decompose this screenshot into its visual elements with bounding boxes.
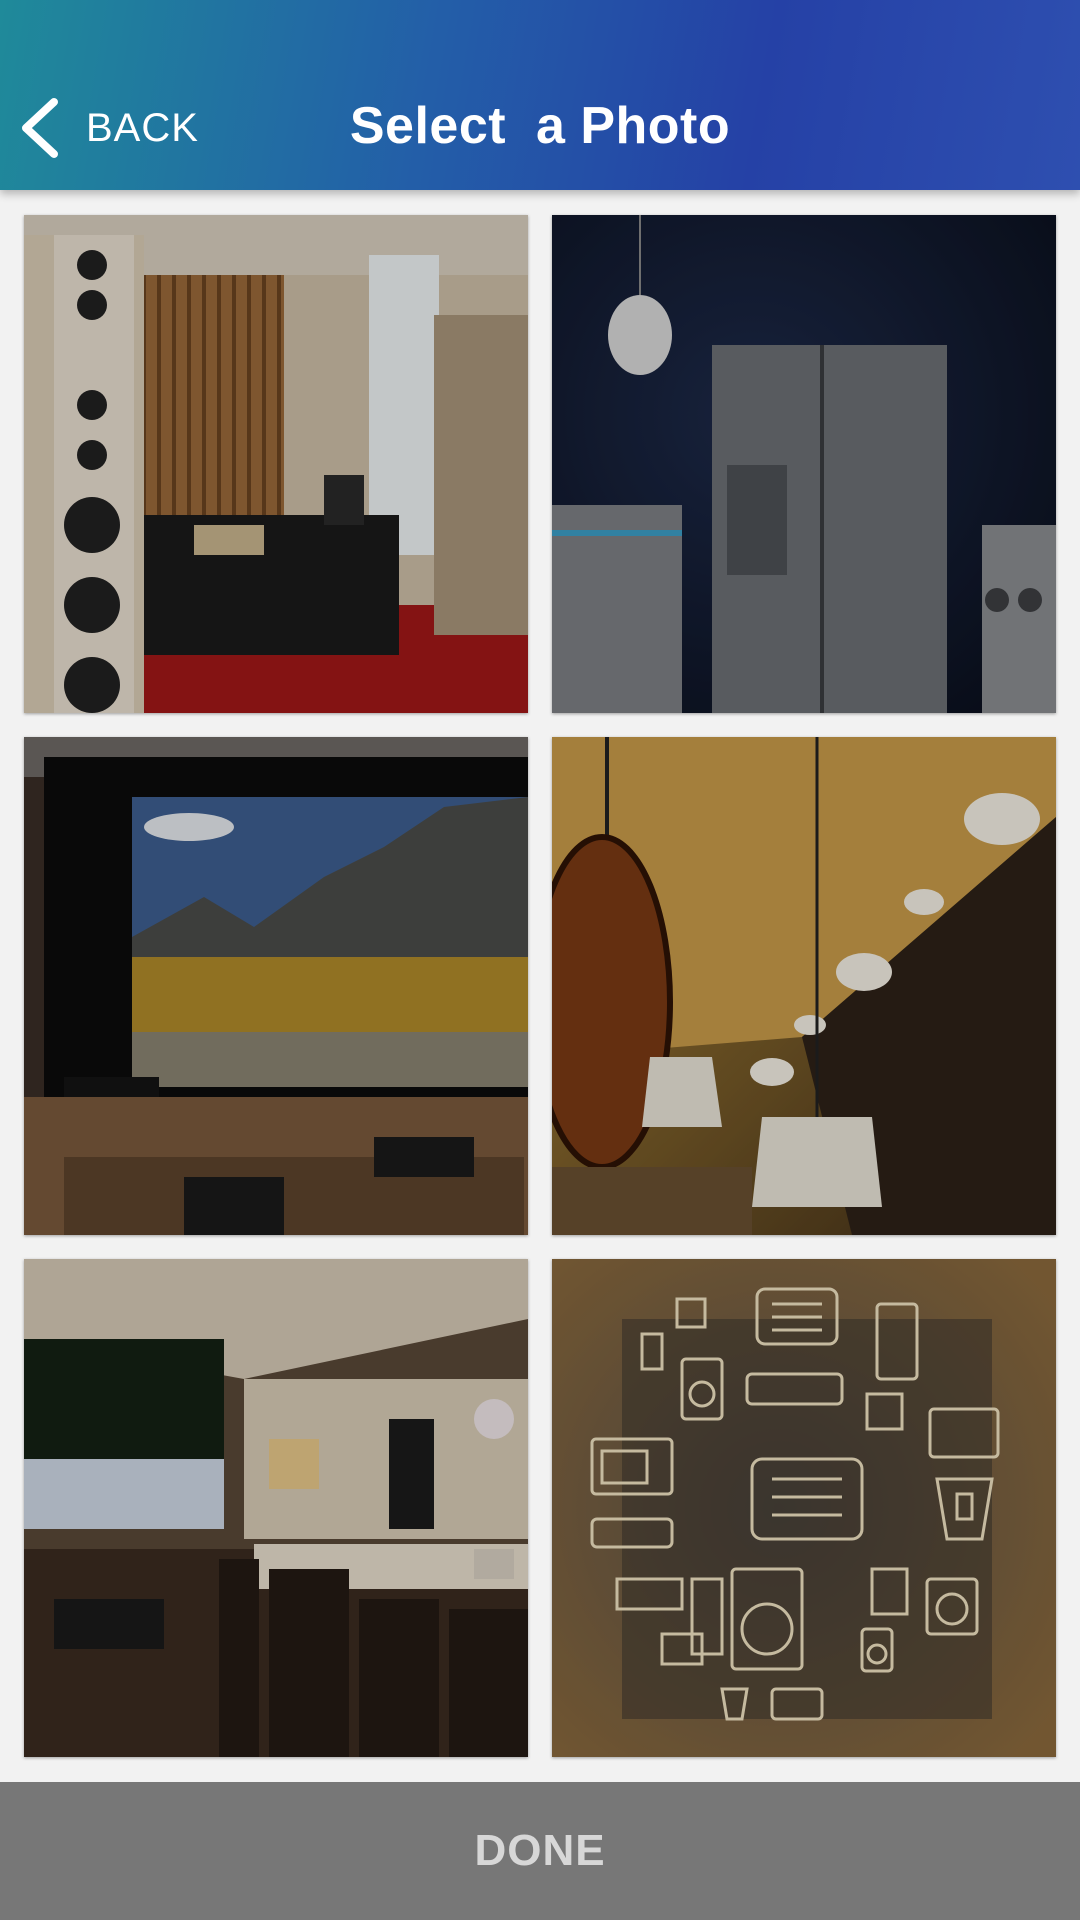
photo-tile-lighting[interactable] [552, 737, 1056, 1235]
photo-grid [24, 215, 1056, 1760]
photo-tile-appliance-icons[interactable] [552, 1259, 1056, 1757]
done-button[interactable]: DONE [0, 1782, 1080, 1920]
page-title: Select a Photo [349, 97, 731, 155]
photo-tile-home-theater[interactable] [24, 737, 528, 1235]
app-header: BACK Select a Photo [0, 0, 1080, 190]
photo-tile-refrigerator[interactable] [552, 215, 1056, 713]
photo-tile-audio-room[interactable] [24, 215, 528, 713]
photo-tile-kitchen[interactable] [24, 1259, 528, 1757]
done-label: DONE [474, 1826, 606, 1875]
